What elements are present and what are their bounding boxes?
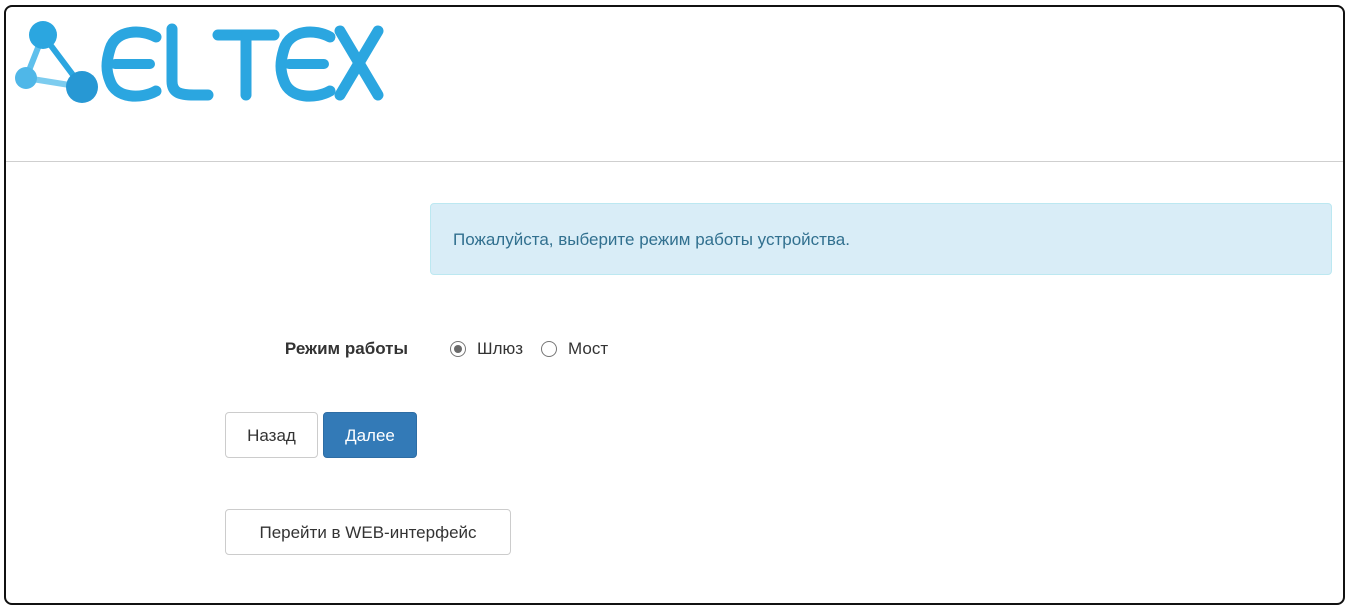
browser-window: Пожалуйста, выберите режим работы устрой… — [4, 5, 1345, 605]
radio-option-gateway[interactable]: Шлюз — [450, 339, 523, 359]
page-header — [6, 7, 1343, 162]
back-button[interactable]: Назад — [225, 412, 318, 458]
web-interface-button[interactable]: Перейти в WEB-интерфейс — [225, 509, 511, 555]
eltex-logo — [12, 15, 384, 105]
radio-gateway[interactable] — [450, 341, 466, 357]
info-alert: Пожалуйста, выберите режим работы устрой… — [430, 203, 1332, 275]
mode-radio-group: Шлюз Мост — [450, 337, 608, 361]
radio-option-bridge[interactable]: Мост — [541, 339, 608, 359]
mode-label: Режим работы — [284, 339, 408, 358]
network-nodes-icon — [15, 21, 98, 103]
radio-bridge-label: Мост — [568, 339, 609, 358]
radio-gateway-label: Шлюз — [477, 339, 524, 358]
eltex-logo-icon — [15, 21, 384, 103]
next-button[interactable]: Далее — [323, 412, 417, 458]
radio-bridge[interactable] — [541, 341, 558, 357]
